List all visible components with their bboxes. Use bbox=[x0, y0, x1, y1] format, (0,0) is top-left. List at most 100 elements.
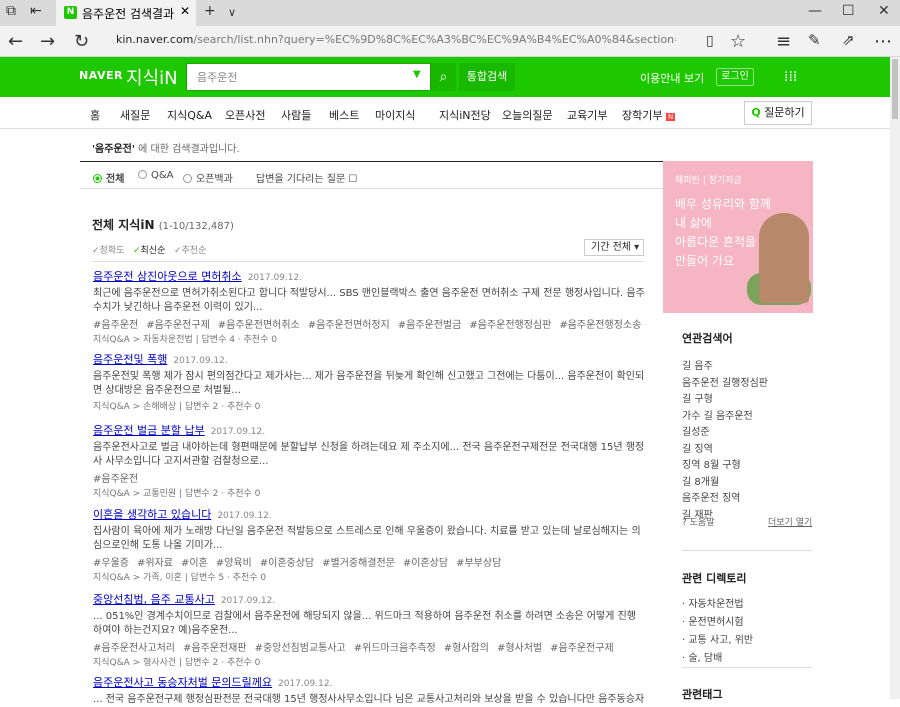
filter-all[interactable]: 전체 bbox=[93, 170, 124, 185]
filter-waiting[interactable]: 답변을 기다리는 질문 ☐ bbox=[256, 170, 357, 185]
gnb-my-kin[interactable]: 마이지식 bbox=[375, 107, 415, 123]
gnb-best[interactable]: 베스트 bbox=[329, 107, 359, 123]
result-item: 음주운전및 폭행 2017.09.12. 음주운전및 폭행 제가 잠시 편의점간다… bbox=[93, 351, 645, 412]
result-title[interactable]: 이혼을 생각하고 있습니다 2017.09.12. bbox=[93, 506, 645, 522]
ad-text: 배우 성유리와 함께 내 삶에 아름다운 흔적을 만들어 가요 bbox=[675, 197, 771, 268]
related-item[interactable]: 음주운전 징역 bbox=[682, 489, 812, 504]
back-icon[interactable]: ← bbox=[8, 31, 23, 52]
filter-bar: 전체 Q&A 오픈백과 답변을 기다리는 질문 ☐ bbox=[80, 161, 663, 189]
gnb-hall-of-fame[interactable]: 지식iN전당 bbox=[439, 107, 491, 123]
related-item[interactable]: 길 8개월 bbox=[682, 473, 812, 488]
gnb-people[interactable]: 사람들 bbox=[281, 107, 311, 123]
naver-header: NAVER 지식iN ▼ ⌕ 통합검색 이용안내 보기 로그인 ⁞⁞⁞ bbox=[0, 57, 890, 97]
filter-qna[interactable]: Q&A bbox=[138, 170, 174, 181]
gnb-edu-donation[interactable]: 교육기부 bbox=[567, 107, 607, 123]
result-title[interactable]: 음주운전사고 동승자처벌 문의드릴께요 2017.09.12. bbox=[93, 674, 645, 690]
result-tags: #음주운전 #음주운전구제 #음주운전면허취소 #음주운전면허정지 #음주운전벌금 #음주… bbox=[93, 320, 642, 331]
related-item[interactable]: 가수 길 음주운전 bbox=[682, 407, 812, 422]
result-title[interactable]: 중앙선침범, 음주 교통사고 2017.09.12. bbox=[93, 591, 645, 607]
browser-tab[interactable]: N 음주운전 검색결과 : 지식 ✕ bbox=[56, 0, 196, 26]
naver-logo[interactable]: NAVER bbox=[79, 69, 123, 82]
result-tags: #음주운전사고처리 #음주운전재판 #중앙선침범교통사고 #위드마크음주측정 #형사합의… bbox=[93, 643, 614, 654]
related-item[interactable]: 징역 8월 구형 bbox=[682, 456, 812, 471]
related-item[interactable]: 길성준 bbox=[682, 423, 812, 438]
happybean-ad[interactable]: 해피빈 | 정기저금 배우 성유리와 함께 내 삶에 아름다운 흔적을 만들어 가요 bbox=[663, 161, 813, 313]
gnb-open-dict[interactable]: 오픈사전 bbox=[225, 107, 265, 123]
ad-header: 해피빈 | 정기저금 bbox=[675, 176, 742, 186]
search-notice: '음주운전' 에 대한 검색결과입니다. bbox=[92, 144, 240, 155]
dropdown-icon[interactable]: ▼ bbox=[413, 69, 421, 80]
help-icon: ? bbox=[682, 518, 687, 528]
url-field[interactable]: kin.naver.com/search/list.nhn?query=%EC%… bbox=[116, 33, 676, 46]
period-select[interactable]: 기간 전체 ▾ bbox=[584, 239, 644, 256]
minimize-icon[interactable]: — bbox=[808, 3, 822, 19]
sort-accuracy[interactable]: ✓정확도 bbox=[92, 246, 124, 256]
sort-latest[interactable]: ✓최신순 bbox=[133, 246, 165, 256]
directory-item[interactable]: · 자동차운전법 bbox=[682, 595, 812, 610]
related-tags-title: 관련태그 bbox=[682, 688, 723, 701]
tab-bar: ⧉ ⇤ N 음주운전 검색결과 : 지식 ✕ + ∨ — ☐ ✕ bbox=[0, 0, 900, 26]
result-title[interactable]: 음주운전 삼진아웃으로 면허취소 2017.09.12. bbox=[93, 268, 645, 284]
maximize-icon[interactable]: ☐ bbox=[842, 3, 855, 19]
result-item: 중앙선침범, 음주 교통사고 2017.09.12. ... 051%인 경계수치… bbox=[93, 591, 645, 668]
search-input[interactable] bbox=[187, 64, 387, 90]
directory-item[interactable]: · 술, 담배 bbox=[682, 649, 812, 664]
result-desc: 음주운전사고로 벌금 내야하는데 형편때문에 분할납부 신청을 하려는데요 제 … bbox=[93, 442, 645, 467]
new-tab-icon[interactable]: + bbox=[204, 3, 216, 19]
result-meta: 지식Q&A > 가족, 이혼 | 답변수 5 · 추천수 0 bbox=[93, 573, 267, 583]
ask-question-button[interactable]: Q 질문하기 bbox=[744, 101, 812, 125]
login-button[interactable]: 로그인 bbox=[716, 68, 754, 86]
hub-icon[interactable]: ≡ bbox=[776, 31, 791, 52]
result-title[interactable]: 음주운전 벌금 분할 납부 2017.09.12. bbox=[93, 422, 645, 438]
directory-title: 관련 디렉토리 bbox=[682, 572, 747, 585]
gnb-home[interactable]: 홈 bbox=[90, 107, 100, 123]
scrollbar-thumb[interactable] bbox=[892, 59, 898, 119]
result-item: 음주운전사고 동승자처벌 문의드릴께요 2017.09.12. ... 전국 음주… bbox=[93, 674, 645, 707]
person-image bbox=[759, 213, 809, 303]
refresh-icon[interactable]: ↻ bbox=[74, 31, 89, 52]
scrollbar[interactable] bbox=[890, 57, 900, 699]
result-title[interactable]: 음주운전및 폭행 2017.09.12. bbox=[93, 351, 645, 367]
gnb-scholarship[interactable]: 장학기부 N bbox=[622, 107, 676, 123]
result-meta: 지식Q&A > 형사사건 | 답변수 2 · 추천수 0 bbox=[93, 658, 261, 668]
guide-link[interactable]: 이용안내 보기 bbox=[640, 70, 704, 86]
divider bbox=[682, 667, 812, 668]
related-item[interactable]: 길 음주 bbox=[682, 357, 812, 372]
apps-grid-icon[interactable]: ⁞⁞⁞ bbox=[784, 69, 797, 85]
more-link[interactable]: 더보기 열기 bbox=[768, 515, 812, 528]
directory-item[interactable]: · 교통 사고, 위반 bbox=[682, 631, 812, 646]
total-search-button[interactable]: 통합검색 bbox=[459, 63, 515, 91]
reading-view-icon[interactable]: ▯ bbox=[706, 33, 714, 49]
tab-title: 음주운전 검색결과 : 지식 bbox=[82, 7, 174, 21]
related-item[interactable]: 길 구형 bbox=[682, 390, 812, 405]
divider bbox=[682, 550, 812, 551]
chevron-down-icon[interactable]: ∨ bbox=[228, 6, 236, 19]
result-desc: 음주운전및 폭행 제가 잠시 편의점간다고 제가사는... 제가 음주운전을 뒤… bbox=[93, 371, 645, 396]
gnb-new-question[interactable]: 새질문 bbox=[120, 107, 150, 123]
search-icon[interactable]: ⌕ bbox=[431, 63, 456, 91]
filter-open-dict[interactable]: 오픈백과 bbox=[183, 170, 233, 185]
result-desc: ... 051%인 경계수치이므로 검찰에서 음주운전에 해당되지 않을... … bbox=[93, 611, 636, 636]
new-badge: N bbox=[665, 113, 676, 121]
related-item[interactable]: 길 징역 bbox=[682, 440, 812, 455]
result-item: 이혼을 생각하고 있습니다 2017.09.12. 집사람이 육아에 제가 노래방… bbox=[93, 506, 645, 583]
favorite-star-icon[interactable]: ☆ bbox=[730, 31, 746, 52]
help-link[interactable]: ? 도움말 bbox=[682, 515, 715, 528]
tab-preview-icon[interactable]: ⧉ bbox=[6, 3, 16, 19]
gnb-qna[interactable]: 지식Q&A bbox=[167, 107, 212, 123]
address-bar: ← → ↻ kin.naver.com/search/list.nhn?quer… bbox=[0, 26, 900, 57]
share-icon[interactable]: ⇗ bbox=[842, 31, 855, 49]
related-title: 연관검색어 bbox=[682, 332, 733, 345]
sort-recommend[interactable]: ✓추천순 bbox=[174, 246, 206, 256]
more-icon[interactable]: ⋯ bbox=[874, 31, 892, 52]
gnb-today-question[interactable]: 오늘의질문 bbox=[502, 107, 553, 123]
related-item[interactable]: 음주운전 길행정심판 bbox=[682, 374, 812, 389]
tab-back-icon[interactable]: ⇤ bbox=[30, 3, 42, 19]
close-icon[interactable]: ✕ bbox=[180, 4, 190, 18]
kin-logo[interactable]: 지식iN bbox=[126, 64, 178, 90]
directory-item[interactable]: · 운전면허시험 bbox=[682, 613, 812, 628]
naver-favicon-icon: N bbox=[64, 6, 77, 19]
forward-icon[interactable]: → bbox=[40, 31, 55, 52]
pen-icon[interactable]: ✎ bbox=[808, 31, 821, 49]
window-close-icon[interactable]: ✕ bbox=[878, 3, 890, 19]
